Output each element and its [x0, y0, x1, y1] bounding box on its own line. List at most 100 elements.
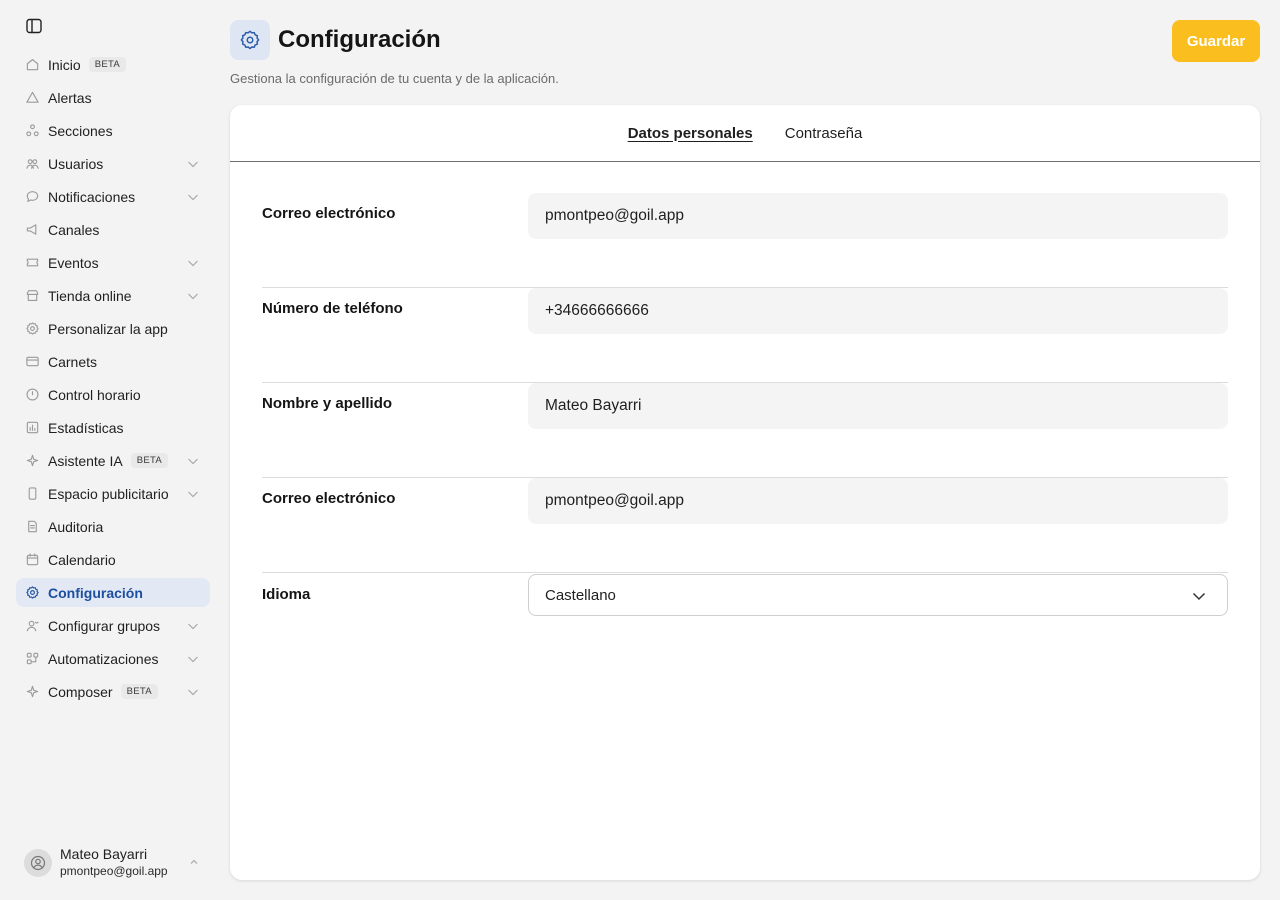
- user-name: Mateo Bayarri: [60, 846, 148, 862]
- sidebar-item-label: Usuarios: [48, 155, 104, 172]
- email-label: Correo electrónico: [262, 205, 396, 222]
- sidebar-item-label: Notificaciones: [48, 188, 136, 205]
- user-group-icon: [24, 618, 40, 634]
- avatar: [24, 849, 52, 877]
- sidebar-item-control-horario[interactable]: Control horario: [16, 380, 210, 409]
- sidebar-item-canales[interactable]: Canales: [16, 215, 210, 244]
- sidebar-item-composer[interactable]: Composer BETA: [16, 677, 210, 706]
- language-label: Idioma: [262, 586, 311, 603]
- sidebar-item-alertas[interactable]: Alertas: [16, 83, 210, 112]
- save-button[interactable]: Guardar: [1172, 20, 1260, 62]
- beta-badge: BETA: [88, 57, 126, 72]
- sidebar-item-label: Alertas: [48, 89, 92, 106]
- sidebar-item-label: Personalizar la app: [48, 320, 168, 337]
- name-field[interactable]: [528, 383, 1228, 429]
- sidebar-item-espacio-publicitario[interactable]: Espacio publicitario: [16, 479, 210, 508]
- email-field[interactable]: [528, 193, 1228, 239]
- chevron-down-icon[interactable]: [186, 190, 200, 204]
- form-row-email: Correo electrónico: [262, 193, 1228, 288]
- sparkle-icon: [24, 453, 40, 469]
- gear-icon: [24, 585, 40, 601]
- bar-chart-icon: [24, 420, 40, 436]
- sidebar-nav: Inicio BETA Alertas Secciones Usuarios Notifi…: [16, 50, 210, 710]
- page-title: Configuración: [278, 26, 441, 53]
- language-select[interactable]: Castellano: [528, 574, 1228, 616]
- sidebar-item-label: Estadísticas: [48, 419, 124, 436]
- language-select-value: Castellano: [545, 586, 616, 604]
- sidebar-item-notificaciones[interactable]: Notificaciones: [16, 182, 210, 211]
- chevron-down-icon[interactable]: [186, 157, 200, 171]
- sidebar-item-label: Carnets: [48, 353, 98, 370]
- phone-field[interactable]: [528, 288, 1228, 334]
- email-secondary-field[interactable]: [528, 478, 1228, 524]
- sidebar-item-label: Inicio: [48, 56, 81, 73]
- workflow-icon: [24, 651, 40, 667]
- chevron-down-icon[interactable]: [186, 256, 200, 270]
- phone-label: Número de teléfono: [262, 300, 403, 317]
- sidebar-item-label: Secciones: [48, 122, 113, 139]
- sidebar-item-usuarios[interactable]: Usuarios: [16, 149, 210, 178]
- tab-password[interactable]: Contraseña: [785, 125, 863, 142]
- sidebar-item-inicio[interactable]: Inicio BETA: [16, 50, 210, 79]
- sidebar-item-label: Composer: [48, 683, 113, 700]
- chevron-up-icon: [190, 859, 198, 864]
- sidebar-item-label: Automatizaciones: [48, 650, 159, 667]
- settings-card: Datos personales Contraseña Correo elect…: [230, 105, 1260, 880]
- user-email: pmontpeo@goil.app: [60, 864, 168, 878]
- name-label: Nombre y apellido: [262, 395, 393, 412]
- sidebar-item-tienda-online[interactable]: Tienda online: [16, 281, 210, 310]
- sidebar-item-configuracion[interactable]: Configuración: [16, 578, 210, 607]
- gear-icon: [24, 321, 40, 337]
- sidebar-item-configurar-grupos[interactable]: Configurar grupos: [16, 611, 210, 640]
- sidebar-item-label: Tienda online: [48, 287, 132, 304]
- tab-personal-data[interactable]: Datos personales: [628, 125, 753, 142]
- sidebar-item-eventos[interactable]: Eventos: [16, 248, 210, 277]
- clock-icon: [24, 387, 40, 403]
- sidebar-item-label: Asistente IA: [48, 452, 123, 469]
- sidebar-item-estadisticas[interactable]: Estadísticas: [16, 413, 210, 442]
- chevron-down-icon[interactable]: [186, 454, 200, 468]
- sidebar-item-label: Canales: [48, 221, 100, 238]
- sidebar-item-auditoria[interactable]: Auditoria: [16, 512, 210, 541]
- chat-bubble-icon: [24, 189, 40, 205]
- chevron-down-icon[interactable]: [186, 487, 200, 501]
- form-row-email-secondary: Correo electrónico: [262, 478, 1228, 573]
- sidebar-item-label: Espacio publicitario: [48, 485, 169, 502]
- sidebar-item-carnets[interactable]: Carnets: [16, 347, 210, 376]
- sparkle-icon: [24, 684, 40, 700]
- sidebar-item-secciones[interactable]: Secciones: [16, 116, 210, 145]
- users-icon: [24, 156, 40, 172]
- beta-badge: BETA: [120, 684, 158, 699]
- megaphone-icon: [24, 222, 40, 238]
- sidebar-item-label: Control horario: [48, 386, 141, 403]
- sidebar-item-automatizaciones[interactable]: Automatizaciones: [16, 644, 210, 673]
- email-secondary-label: Correo electrónico: [262, 490, 396, 507]
- sidebar: Inicio BETA Alertas Secciones Usuarios Notifi…: [0, 0, 220, 900]
- beta-badge: BETA: [130, 453, 169, 468]
- form-row-phone: Número de teléfono: [262, 288, 1228, 383]
- page-subtitle: Gestiona la configuración de tu cuenta y…: [230, 71, 559, 86]
- sidebar-item-calendario[interactable]: Calendario: [16, 545, 210, 574]
- store-icon: [24, 288, 40, 304]
- sidebar-toggle-icon[interactable]: [24, 16, 44, 36]
- user-menu[interactable]: Mateo Bayarri pmontpeo@goil.app: [24, 845, 204, 881]
- sidebar-item-label: Eventos: [48, 254, 99, 271]
- sidebar-item-label: Calendario: [48, 551, 116, 568]
- ticket-icon: [24, 255, 40, 271]
- calendar-icon: [24, 552, 40, 568]
- chevron-down-icon[interactable]: [186, 685, 200, 699]
- sidebar-item-label: Auditoria: [48, 518, 104, 535]
- form-row-language: Idioma Castellano: [262, 574, 1228, 669]
- sidebar-item-label: Configuración: [48, 584, 143, 601]
- sidebar-item-personalizar-la-app[interactable]: Personalizar la app: [16, 314, 210, 343]
- alert-triangle-icon: [24, 90, 40, 106]
- chevron-down-icon[interactable]: [186, 619, 200, 633]
- tab-bar: Datos personales Contraseña: [230, 105, 1260, 162]
- chevron-down-icon[interactable]: [186, 652, 200, 666]
- form-row-name: Nombre y apellido: [262, 383, 1228, 478]
- chevron-down-icon: [1192, 592, 1206, 601]
- sidebar-item-asistente-ia[interactable]: Asistente IA BETA: [16, 446, 210, 475]
- sidebar-item-label: Configurar grupos: [48, 617, 161, 634]
- home-icon: [24, 57, 40, 73]
- chevron-down-icon[interactable]: [186, 289, 200, 303]
